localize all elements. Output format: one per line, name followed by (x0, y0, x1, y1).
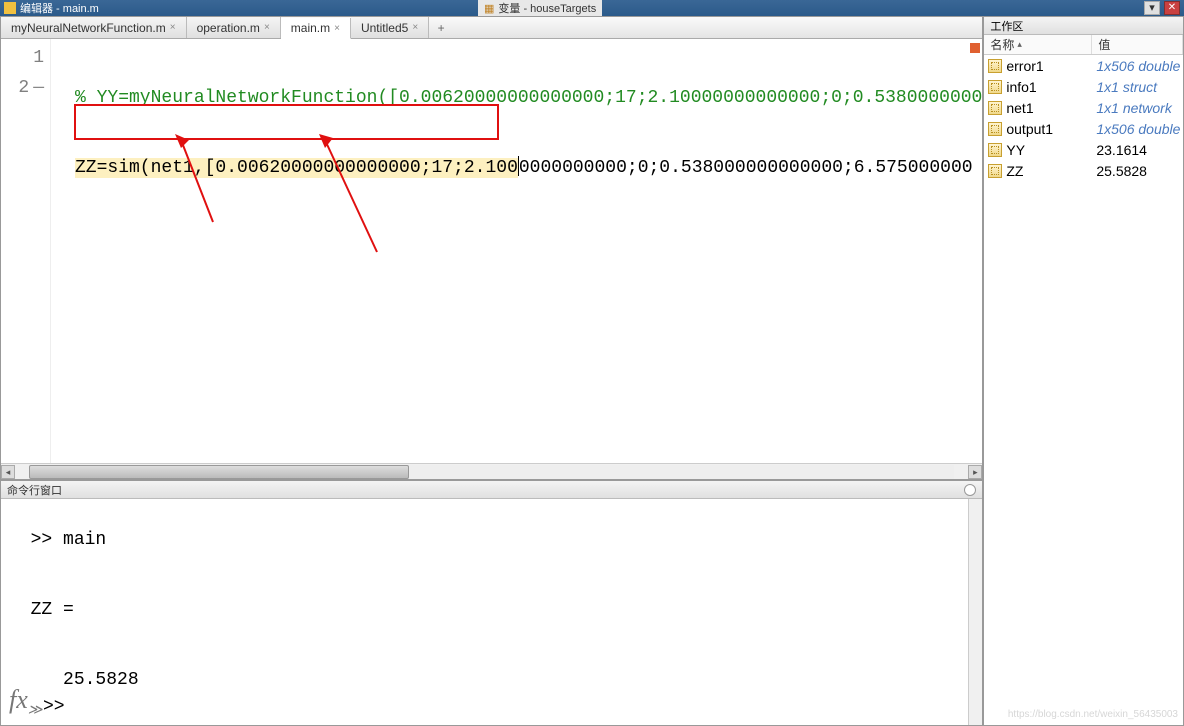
panel-options-icon[interactable] (964, 484, 976, 496)
cmd-line: ZZ = (9, 595, 982, 625)
section-dash: — (33, 73, 44, 103)
code-editor[interactable]: 1 2— % YY=myNeuralNetworkFunction([0.006… (1, 39, 982, 463)
command-window-title: 命令行窗口 (7, 482, 62, 498)
var-value: 23.1614 (1092, 142, 1183, 158)
command-window-body[interactable]: >> main ZZ = 25.5828 fx≫ >> (1, 499, 982, 725)
fx-icon[interactable]: fx≫ (9, 685, 42, 719)
tab-untitled5[interactable]: Untitled5 × (351, 17, 429, 38)
command-window-panel: 命令行窗口 >> main ZZ = 25.5828 fx≫ >> (1, 479, 982, 725)
tab-close-icon[interactable]: × (334, 23, 340, 34)
editor-horizontal-scrollbar[interactable]: ◂ ▸ (1, 463, 982, 479)
tab-label: main.m (291, 21, 330, 35)
close-button[interactable]: ✕ (1164, 1, 1180, 15)
var-value: 1x506 double (1092, 121, 1183, 137)
variable-icon (988, 59, 1002, 73)
code-analyzer-indicator[interactable] (970, 43, 980, 53)
var-value: 1x1 network (1092, 100, 1183, 116)
var-name: ZZ (1006, 163, 1023, 179)
workspace-panel: 工作区 名称 ▴ 值 error1 1x506 double info1 1x1… (983, 16, 1184, 726)
code-comment: % YY=myNeuralNetworkFunction([0.00620000… (75, 88, 982, 108)
var-name: error1 (1006, 58, 1043, 74)
workspace-row[interactable]: ZZ 25.5828 (984, 160, 1183, 181)
editor-app-icon (4, 2, 16, 14)
code-text: ZZ=sim(net1,[0.00620000000000000;17;2.10… (75, 158, 973, 178)
workspace-header: 工作区 (984, 17, 1183, 35)
scroll-thumb[interactable] (29, 465, 409, 479)
tab-close-icon[interactable]: × (170, 22, 176, 33)
sort-asc-icon: ▴ (1017, 39, 1022, 50)
var-value: 1x506 double (1092, 58, 1183, 74)
var-name: YY (1006, 142, 1025, 158)
tab-label: Untitled5 (361, 21, 408, 35)
variables-title: 变量 - houseTargets (498, 0, 596, 16)
tab-operation[interactable]: operation.m × (187, 17, 281, 38)
minimize-button[interactable]: ▾ (1144, 1, 1160, 15)
command-prompt[interactable]: >> (43, 697, 65, 717)
var-name: output1 (1006, 121, 1053, 137)
workspace-col-name[interactable]: 名称 ▴ (984, 35, 1092, 54)
workspace-row[interactable]: YY 23.1614 (984, 139, 1183, 160)
workspace-row[interactable]: info1 1x1 struct (984, 76, 1183, 97)
tab-label: myNeuralNetworkFunction.m (11, 21, 166, 35)
cmd-line: 25.5828 (9, 665, 982, 695)
variable-icon (988, 80, 1002, 94)
left-pane: myNeuralNetworkFunction.m × operation.m … (0, 16, 983, 726)
editor-tabs: myNeuralNetworkFunction.m × operation.m … (1, 17, 982, 39)
variable-icon (988, 164, 1002, 178)
var-value: 1x1 struct (1092, 79, 1183, 95)
var-value: 25.5828 (1092, 163, 1183, 179)
tab-main[interactable]: main.m × (281, 18, 351, 39)
watermark-text: https://blog.csdn.net/weixin_56435003 (1008, 709, 1178, 720)
variables-titlebar: ▦ 变量 - houseTargets (478, 0, 602, 16)
tab-add-button[interactable]: + (429, 17, 453, 38)
code-area[interactable]: % YY=myNeuralNetworkFunction([0.00620000… (51, 39, 982, 463)
variable-icon (988, 101, 1002, 115)
workspace-title: 工作区 (990, 18, 1023, 34)
tab-label: operation.m (197, 21, 260, 35)
workspace-column-headers: 名称 ▴ 值 (984, 35, 1183, 55)
scroll-right-button[interactable]: ▸ (968, 465, 982, 479)
variable-icon (988, 122, 1002, 136)
workspace-body[interactable]: error1 1x506 double info1 1x1 struct net… (984, 55, 1183, 725)
line-number: 1 (33, 48, 44, 68)
line-number: 2 (18, 78, 29, 98)
var-name: net1 (1006, 100, 1033, 116)
tab-myneuralnetworkfunction[interactable]: myNeuralNetworkFunction.m × (1, 17, 187, 38)
workspace-row[interactable]: output1 1x506 double (984, 118, 1183, 139)
scroll-track[interactable] (29, 465, 954, 479)
command-vertical-scrollbar[interactable] (968, 499, 982, 725)
editor-gutter: 1 2— (1, 39, 51, 463)
workspace-row[interactable]: error1 1x506 double (984, 55, 1183, 76)
variables-app-icon: ▦ (484, 2, 494, 15)
scroll-left-button[interactable]: ◂ (1, 465, 15, 479)
editor-title: 编辑器 - main.m (20, 0, 99, 16)
var-name: info1 (1006, 79, 1036, 95)
editor-titlebar: 编辑器 - main.m ▾ ✕ ▦ 变量 - houseTargets (0, 0, 1184, 16)
workspace-col-value[interactable]: 值 (1092, 35, 1183, 54)
cmd-line: >> main (9, 525, 982, 555)
tab-close-icon[interactable]: × (264, 22, 270, 33)
tab-close-icon[interactable]: × (412, 22, 418, 33)
command-window-header: 命令行窗口 (1, 481, 982, 499)
variable-icon (988, 143, 1002, 157)
workspace-row[interactable]: net1 1x1 network (984, 97, 1183, 118)
